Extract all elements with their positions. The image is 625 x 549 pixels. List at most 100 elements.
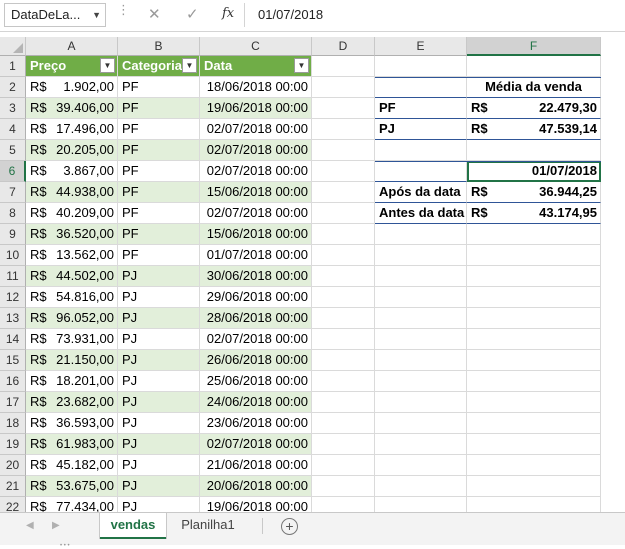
row-header-17[interactable]: 17 — [0, 392, 26, 413]
row-header-3[interactable]: 3 — [0, 98, 26, 119]
table-cell-price[interactable]: R$ 45.182,00 — [26, 455, 118, 476]
row-header-7[interactable]: 7 — [0, 182, 26, 203]
column-header-e[interactable]: E — [375, 37, 467, 56]
row-header-9[interactable]: 9 — [0, 224, 26, 245]
table-header-categoria[interactable]: Categoria ▼ — [118, 56, 200, 77]
summary-label-after[interactable]: Após da data — [375, 182, 467, 203]
table-cell-category[interactable]: PJ — [118, 266, 200, 287]
formula-input[interactable]: 01/07/2018 — [258, 7, 323, 22]
row-header-11[interactable]: 11 — [0, 266, 26, 287]
table-cell-date[interactable]: 21/06/2018 00:00 — [200, 455, 312, 476]
grid-cell[interactable] — [467, 329, 601, 350]
scroll-left-icon[interactable]: ◀ — [26, 520, 34, 531]
table-cell-date[interactable]: 02/07/2018 00:00 — [200, 161, 312, 182]
table-cell-date[interactable]: 25/06/2018 00:00 — [200, 371, 312, 392]
summary-label-pj[interactable]: PJ — [375, 119, 467, 140]
table-cell-date[interactable]: 02/07/2018 00:00 — [200, 329, 312, 350]
grid-cell[interactable] — [375, 140, 467, 161]
column-header-c[interactable]: C — [200, 37, 312, 56]
grid-cell[interactable] — [467, 245, 601, 266]
table-cell-date[interactable]: 15/06/2018 00:00 — [200, 182, 312, 203]
date-spacer[interactable] — [375, 161, 467, 182]
chevron-down-icon[interactable]: ▼ — [92, 4, 101, 26]
grid-cell[interactable] — [312, 161, 375, 182]
grid-cell[interactable] — [467, 434, 601, 455]
table-cell-date[interactable]: 02/07/2018 00:00 — [200, 203, 312, 224]
grid-cell[interactable] — [312, 77, 375, 98]
table-cell-date[interactable]: 02/07/2018 00:00 — [200, 434, 312, 455]
table-cell-price[interactable]: R$ 20.205,00 — [26, 140, 118, 161]
table-cell-price[interactable]: R$ 17.496,00 — [26, 119, 118, 140]
table-cell-category[interactable]: PF — [118, 161, 200, 182]
grid-cell[interactable] — [312, 98, 375, 119]
filter-dropdown-icon[interactable]: ▼ — [100, 58, 115, 73]
grid-cell[interactable] — [312, 224, 375, 245]
row-header-16[interactable]: 16 — [0, 371, 26, 392]
row-header-1[interactable]: 1 — [0, 56, 26, 77]
grid-cell[interactable] — [312, 140, 375, 161]
grid-cell[interactable] — [467, 56, 601, 77]
row-header-18[interactable]: 18 — [0, 413, 26, 434]
row-header-2[interactable]: 2 — [0, 77, 26, 98]
table-cell-price[interactable]: R$ 36.593,00 — [26, 413, 118, 434]
grid-cell[interactable] — [467, 392, 601, 413]
table-cell-category[interactable]: PF — [118, 119, 200, 140]
grid-cell[interactable] — [467, 350, 601, 371]
table-cell-category[interactable]: PJ — [118, 413, 200, 434]
grid-cell[interactable] — [312, 434, 375, 455]
table-cell-date[interactable]: 18/06/2018 00:00 — [200, 77, 312, 98]
cancel-icon[interactable]: ✕ — [148, 5, 161, 23]
table-cell-category[interactable]: PJ — [118, 329, 200, 350]
table-cell-price[interactable]: R$ 53.675,00 — [26, 476, 118, 497]
table-cell-category[interactable]: PF — [118, 182, 200, 203]
row-header-6[interactable]: 6 — [0, 161, 26, 182]
insert-function-button[interactable]: fx — [222, 6, 234, 21]
grid-cell[interactable] — [375, 308, 467, 329]
row-header-8[interactable]: 8 — [0, 203, 26, 224]
row-header-20[interactable]: 20 — [0, 455, 26, 476]
grid-cell[interactable] — [312, 266, 375, 287]
table-cell-price[interactable]: R$ 73.931,00 — [26, 329, 118, 350]
summary-label-pf[interactable]: PF — [375, 98, 467, 119]
grid-cell[interactable] — [375, 413, 467, 434]
summary-value-after[interactable]: R$ 36.944,25 — [467, 182, 601, 203]
table-cell-price[interactable]: R$ 21.150,00 — [26, 350, 118, 371]
table-header-preco[interactable]: Preço ▼ — [26, 56, 118, 77]
grid-cell[interactable] — [312, 203, 375, 224]
table-cell-price[interactable]: R$ 23.682,00 — [26, 392, 118, 413]
grid-cell[interactable] — [467, 413, 601, 434]
tab-vendas[interactable]: vendas — [100, 513, 166, 539]
table-cell-date[interactable]: 26/06/2018 00:00 — [200, 350, 312, 371]
grid-cell[interactable] — [312, 56, 375, 77]
row-header-14[interactable]: 14 — [0, 329, 26, 350]
grid-cell[interactable] — [312, 476, 375, 497]
grid-cell[interactable] — [467, 287, 601, 308]
table-cell-price[interactable]: R$ 1.902,00 — [26, 77, 118, 98]
filter-dropdown-icon[interactable]: ▼ — [294, 58, 309, 73]
grid-cell[interactable] — [375, 245, 467, 266]
grid-cell[interactable] — [375, 455, 467, 476]
table-cell-price[interactable]: R$ 44.502,00 — [26, 266, 118, 287]
name-box[interactable]: DataDeLa... ▼ — [4, 3, 106, 27]
row-header-5[interactable]: 5 — [0, 140, 26, 161]
grid-cell[interactable] — [312, 329, 375, 350]
grid-cell[interactable] — [375, 434, 467, 455]
grid-cell[interactable] — [467, 455, 601, 476]
table-cell-price[interactable]: R$ 39.406,00 — [26, 98, 118, 119]
table-cell-category[interactable]: PF — [118, 98, 200, 119]
table-cell-category[interactable]: PJ — [118, 308, 200, 329]
table-cell-price[interactable]: R$ 36.520,00 — [26, 224, 118, 245]
table-cell-price[interactable]: R$ 54.816,00 — [26, 287, 118, 308]
table-cell-category[interactable]: PF — [118, 140, 200, 161]
table-cell-date[interactable]: 02/07/2018 00:00 — [200, 140, 312, 161]
grid-cell[interactable] — [312, 119, 375, 140]
row-header-13[interactable]: 13 — [0, 308, 26, 329]
grid-cell[interactable] — [312, 392, 375, 413]
grid-cell[interactable] — [467, 140, 601, 161]
table-cell-category[interactable]: PJ — [118, 434, 200, 455]
table-cell-category[interactable]: PJ — [118, 371, 200, 392]
date-filter-cell[interactable]: 01/07/2018 — [467, 161, 601, 182]
column-header-d[interactable]: D — [312, 37, 375, 56]
grid-cell[interactable] — [312, 287, 375, 308]
summary-label-before[interactable]: Antes da data — [375, 203, 467, 224]
